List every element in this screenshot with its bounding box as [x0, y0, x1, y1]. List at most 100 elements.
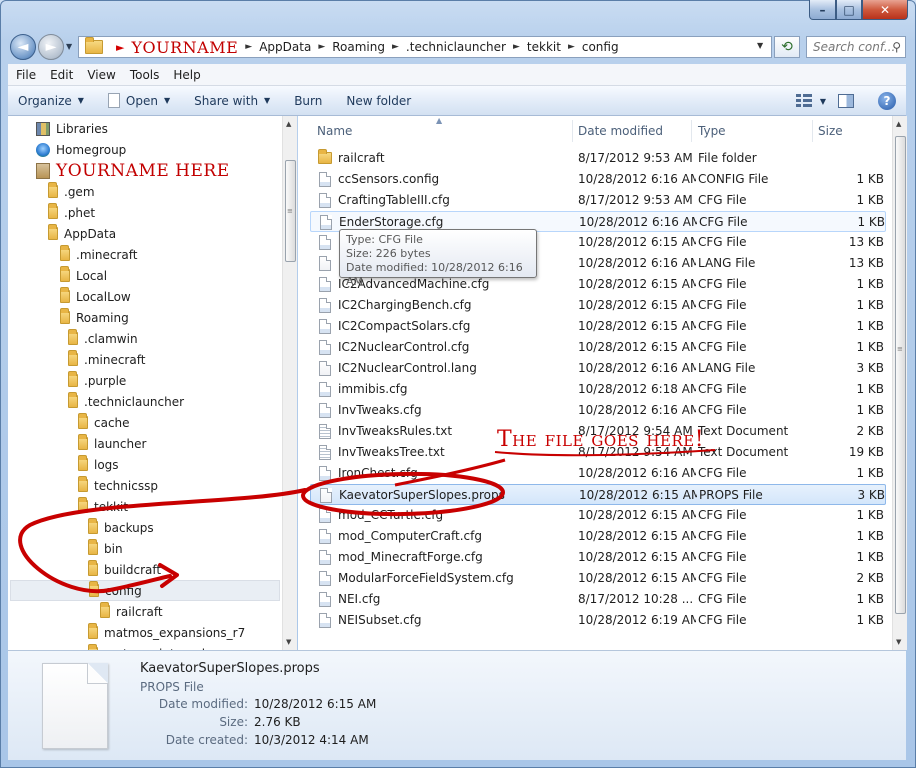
address-history-dropdown[interactable]: ▼ [757, 41, 763, 50]
breadcrumb-separator-icon[interactable]: ► [245, 42, 252, 52]
nav-item[interactable]: Homegroup [36, 139, 126, 160]
navigation-scrollbar[interactable]: ▲ ≡ ▼ [282, 116, 297, 650]
file-row[interactable]: mod_MinecraftForge.cfg 10/28/2012 6:15 AM… [310, 547, 886, 568]
file-row[interactable]: IronChest.cfg 10/28/2012 6:16 AM CFG File 1… [310, 463, 886, 484]
file-row[interactable]: mod_ComputerCraft.cfg 10/28/2012 6:15 AM C… [310, 526, 886, 547]
preview-pane-icon[interactable] [838, 94, 854, 108]
file-row[interactable]: immibis.cfg 10/28/2012 6:18 AM CFG File 1 K… [310, 379, 886, 400]
nav-item[interactable]: LocalLow [60, 286, 131, 307]
file-row[interactable]: railcraft 8/17/2012 9:53 AM File folder [310, 148, 886, 169]
file-row[interactable]: IC2ChargingBench.cfg 10/28/2012 6:15 AM CF… [310, 295, 886, 316]
details-size: 2.76 KB [254, 715, 301, 729]
breadcrumb-separator-icon[interactable]: ► [318, 42, 325, 52]
refresh-button[interactable]: ⟲ [774, 36, 800, 58]
file-row[interactable]: IC2NuclearControl.cfg 10/28/2012 6:15 AM C… [310, 337, 886, 358]
new-folder-button[interactable]: New folder [346, 94, 411, 108]
burn-button[interactable]: Burn [294, 94, 322, 108]
organize-button[interactable]: Organize ▼ [18, 94, 84, 108]
file-row[interactable]: IC2CompactSolars.cfg 10/28/2012 6:15 AM CF… [310, 316, 886, 337]
file-row[interactable]: ModularForceFieldSystem.cfg 10/28/2012 6:… [310, 568, 886, 589]
scroll-up-icon[interactable]: ▲ [896, 120, 901, 128]
open-button[interactable]: Open ▼ [107, 93, 170, 108]
forward-button[interactable]: ► [38, 34, 64, 60]
breadcrumb-separator-icon[interactable]: ► [116, 41, 124, 54]
nav-item[interactable]: cache [78, 412, 130, 433]
chevron-down-icon[interactable]: ▼ [820, 97, 826, 106]
nav-item[interactable]: .purple [68, 370, 126, 391]
nav-item[interactable]: .minecraft [60, 244, 137, 265]
nav-item[interactable]: .minecraft [68, 349, 145, 370]
file-row[interactable]: ccSensors.config 10/28/2012 6:16 AM CONFIG… [310, 169, 886, 190]
nav-item[interactable]: .techniclauncher [68, 391, 184, 412]
nav-item[interactable]: backups [88, 517, 154, 538]
column-divider[interactable] [812, 120, 813, 142]
breadcrumb-separator-icon[interactable]: ► [392, 42, 399, 52]
change-view-icon[interactable] [795, 94, 812, 108]
column-divider[interactable] [572, 120, 573, 142]
search-input[interactable]: Search conf... ⚲ [806, 36, 906, 58]
file-row[interactable]: NEISubset.cfg 10/28/2012 6:19 AM CFG File 1… [310, 610, 886, 631]
breadcrumb-item[interactable]: config [582, 40, 619, 54]
column-header-type[interactable]: Type [698, 120, 726, 142]
menu-tools[interactable]: Tools [130, 68, 160, 82]
breadcrumb-item[interactable]: tekkit [527, 40, 561, 54]
nav-item[interactable]: launcher [78, 433, 146, 454]
nav-item[interactable]: .phet [48, 202, 95, 223]
nav-item[interactable]: matmos_expansions_r7 [88, 622, 245, 643]
scroll-down-icon[interactable]: ▼ [896, 638, 901, 646]
breadcrumb-item[interactable]: YOURNAME [131, 38, 238, 57]
back-button[interactable]: ◄ [10, 34, 36, 60]
scroll-up-icon[interactable]: ▲ [286, 120, 291, 128]
nav-item[interactable]: Roaming [60, 307, 129, 328]
nav-item[interactable]: buildcraft [88, 559, 161, 580]
recent-pages-dropdown[interactable]: ▼ [66, 42, 72, 51]
nav-item[interactable]: YOURNAME HERE [36, 160, 230, 181]
breadcrumb-item[interactable]: .techniclauncher [406, 40, 506, 54]
share-with-button[interactable]: Share with ▼ [194, 94, 270, 108]
breadcrumb-item[interactable]: Roaming [332, 40, 385, 54]
nav-item[interactable]: AppData [48, 223, 116, 244]
help-icon[interactable]: ? [878, 92, 896, 110]
folder-icon [89, 581, 99, 597]
menu-edit[interactable]: Edit [50, 68, 73, 82]
column-header-date[interactable]: Date modified [578, 120, 663, 142]
maximize-button[interactable]: □ [836, 0, 862, 20]
breadcrumb-separator-icon[interactable]: ► [568, 42, 575, 52]
address-bar[interactable]: ► YOURNAME ► AppData ► Roaming ► .techniclaunch… [78, 36, 772, 58]
nav-item[interactable]: technicssp [78, 475, 158, 496]
menu-view[interactable]: View [87, 68, 115, 82]
column-header-size[interactable]: Size [818, 120, 843, 142]
column-header-name[interactable]: Name [317, 120, 352, 142]
nav-item[interactable]: bin [88, 538, 123, 559]
column-divider[interactable] [691, 120, 692, 142]
file-row[interactable]: CraftingTableIII.cfg 8/17/2012 9:53 AM CFG… [310, 190, 886, 211]
nav-item[interactable]: railcraft [100, 601, 163, 622]
close-button[interactable]: ✕ [862, 0, 908, 20]
menu-file[interactable]: File [16, 68, 36, 82]
nav-item[interactable]: tekkit [78, 496, 128, 517]
nav-item[interactable]: .clamwin [68, 328, 138, 349]
nav-item-label: Homegroup [56, 142, 127, 157]
nav-item[interactable]: config [10, 580, 280, 601]
file-type: PROPS File [699, 488, 763, 502]
scroll-thumb[interactable] [895, 136, 906, 614]
nav-item[interactable]: matmos_internal [88, 643, 205, 650]
menu-help[interactable]: Help [173, 68, 200, 82]
scroll-down-icon[interactable]: ▼ [286, 638, 291, 646]
file-list-scrollbar[interactable]: ▲ ≡ ▼ [892, 116, 907, 650]
breadcrumb-item[interactable]: AppData [259, 40, 311, 54]
file-row[interactable]: NEI.cfg 8/17/2012 10:28 ... CFG File 1 KB [310, 589, 886, 610]
file-row[interactable]: InvTweaks.cfg 10/28/2012 6:16 AM CFG File 1… [310, 400, 886, 421]
file-name: mod_ComputerCraft.cfg [338, 529, 482, 543]
minimize-button[interactable]: – [809, 0, 836, 20]
arrow-left-icon: ◄ [17, 39, 29, 55]
file-row[interactable]: IC2NuclearControl.lang 10/28/2012 6:16 AM… [310, 358, 886, 379]
nav-item[interactable]: .gem [48, 181, 95, 202]
nav-item[interactable]: Local [60, 265, 107, 286]
breadcrumb-separator-icon[interactable]: ► [513, 42, 520, 52]
file-row[interactable]: KaevatorSuperSlopes.props 10/28/2012 6:15… [310, 484, 886, 505]
nav-item[interactable]: Libraries [36, 118, 108, 139]
folder-icon [78, 434, 88, 450]
file-row[interactable]: mod_CCTurtle.cfg 10/28/2012 6:15 AM CFG Fi… [310, 505, 886, 526]
nav-item[interactable]: logs [78, 454, 119, 475]
